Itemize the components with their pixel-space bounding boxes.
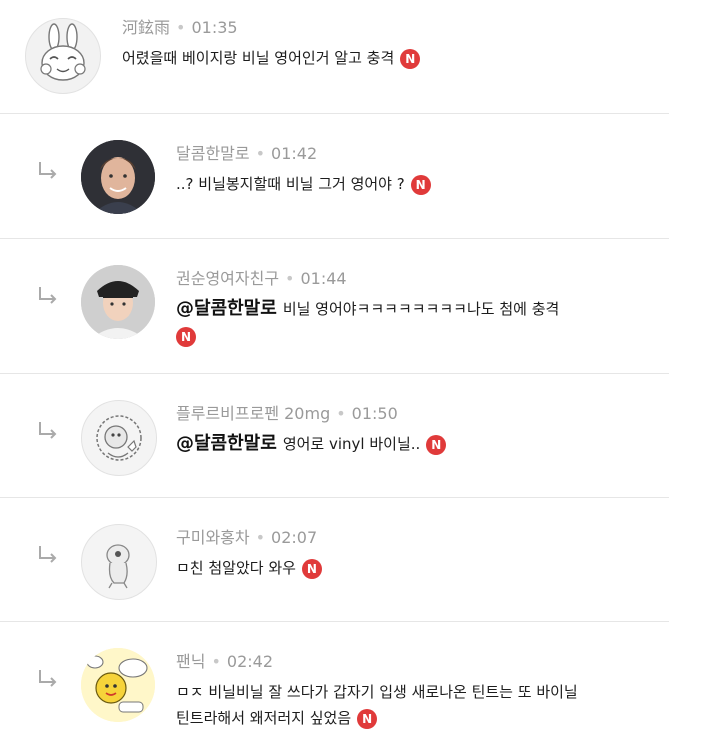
character-icon (106, 544, 130, 589)
separator-dot: • (211, 652, 221, 671)
comment-author[interactable]: 권순영여자친구 (176, 269, 279, 288)
new-badge: N (301, 558, 322, 579)
rabbit-icon (40, 23, 86, 81)
avatar[interactable] (81, 648, 155, 722)
comment-item: 河鉉雨 • 01:35 어렸을때 베이지랑 비닐 영어인거 알고 충격 N (0, 0, 720, 113)
new-badge: N (426, 434, 447, 455)
separator-dot: • (285, 269, 295, 288)
comment-text: 비닐 영어야ㅋㅋㅋㅋㅋㅋㅋㅋ나도 첨에 충격 (282, 300, 560, 318)
comment-item: 팬닉 • 02:42 ㅁㅈ 비닐비닐 잘 쓰다가 갑자기 입생 새로나온 틴트는 또… (0, 622, 720, 740)
comment-text-line2: 틴트라해서 왜저러지 싶었음 (176, 709, 352, 727)
avatar[interactable] (81, 524, 157, 600)
avatar[interactable] (81, 265, 155, 339)
reply-arrow-icon (39, 546, 57, 563)
comment-text: ..? 비닐봉지할때 비닐 그거 영어야 ? (176, 175, 405, 193)
mention-link[interactable]: @달콤한말로 (176, 433, 277, 454)
comment-text: 어렸을때 베이지랑 비닐 영어인거 알고 충격 (122, 49, 395, 67)
comment-item: 권순영여자친구 • 01:44 @달콤한말로 비닐 영어야ㅋㅋㅋㅋㅋㅋㅋㅋ나도 첨에 … (0, 239, 720, 373)
comment-time: 01:44 (300, 269, 347, 288)
separator-dot: • (255, 144, 266, 163)
person-photo-icon (81, 140, 155, 214)
avatar[interactable] (81, 400, 157, 476)
comment-item: 달콤한말로 • 01:42 ..? 비닐봉지할때 비닐 그거 영어야 ? N (0, 114, 720, 238)
separator-dot: • (176, 18, 186, 37)
avatar[interactable] (81, 140, 155, 214)
person-photo-icon (81, 265, 155, 339)
cartoon-icon (81, 648, 155, 722)
comment-author[interactable]: 팬닉 (176, 652, 205, 671)
comment-text: ㅁㅈ 비닐비닐 잘 쓰다가 갑자기 입생 새로나온 틴트는 또 바이닐 (176, 683, 578, 701)
separator-dot: • (336, 404, 346, 423)
comment-time: 01:50 (351, 404, 398, 423)
new-badge: N (176, 326, 196, 347)
avatar[interactable] (25, 18, 101, 94)
comment-author[interactable]: 河鉉雨 (122, 18, 170, 37)
reply-arrow-icon (39, 162, 57, 179)
comment-author[interactable]: 플루르비프로펜 20mg (176, 404, 330, 423)
comment-time: 01:35 (191, 18, 238, 37)
comment-time: 01:42 (271, 144, 318, 163)
reply-arrow-icon (39, 287, 57, 304)
comment-item: 구미와홍차 • 02:07 ㅁ친 첨알았다 와우 N (0, 498, 720, 622)
new-badge: N (410, 174, 431, 195)
separator-dot: • (255, 528, 266, 547)
comment-item: 플루르비프로펜 20mg • 01:50 @달콤한말로 영어로 vinyl 바이닐..… (0, 374, 720, 498)
new-badge: N (400, 48, 421, 69)
comment-text: 영어로 vinyl 바이닐.. (282, 435, 421, 453)
new-badge: N (357, 708, 378, 729)
comment-time: 02:42 (226, 652, 273, 671)
comment-text: ㅁ친 첨알았다 와우 (176, 559, 296, 577)
reply-arrow-icon (39, 670, 57, 687)
comment-author[interactable]: 달콤한말로 (176, 144, 250, 163)
comment-author[interactable]: 구미와홍차 (176, 528, 250, 547)
mention-link[interactable]: @달콤한말로 (176, 298, 277, 319)
comment-time: 02:07 (271, 528, 318, 547)
reply-arrow-icon (39, 422, 57, 439)
character-icon (96, 415, 142, 461)
